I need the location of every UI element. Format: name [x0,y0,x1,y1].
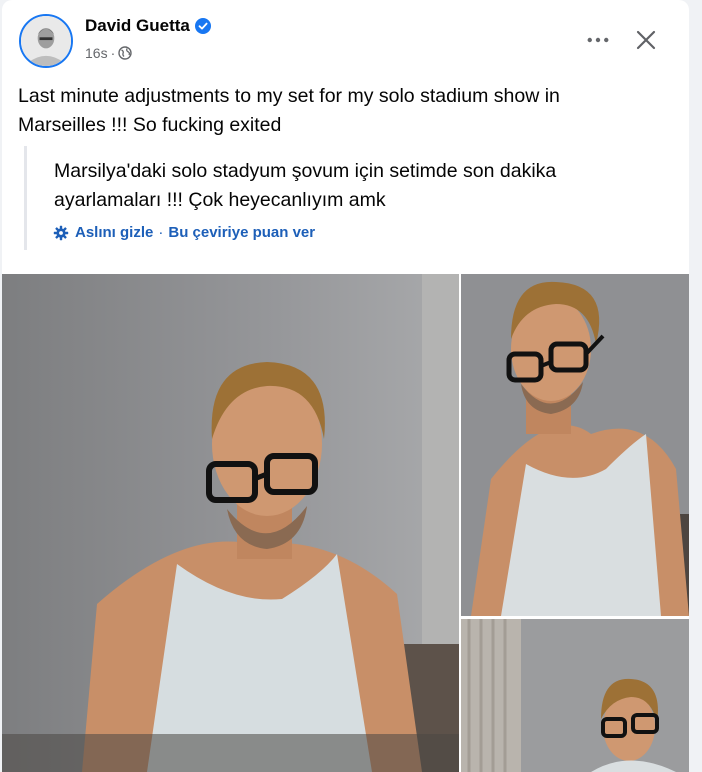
post-timestamp[interactable]: 16s [85,45,108,61]
translation-line: Marsilya'daki solo stadyum şovum için se… [54,160,557,182]
post-card: David Guetta 16s · Last minute adjustmen… [2,0,689,772]
hide-original-link[interactable]: Aslını gizle [75,224,153,241]
verified-badge-icon [194,18,211,34]
author-name[interactable]: David Guetta [85,16,190,36]
translation-block: Marsilya'daki solo stadyum şovum için se… [24,146,667,250]
post-meta: 16s · [85,45,132,61]
rate-translation-link[interactable]: Bu çeviriye puan ver [168,224,315,241]
translation-links: Aslını gizle · Bu çeviriye puan ver [53,224,315,241]
gear-icon [53,225,69,241]
translation-line: ayarlamaları !!! Çok heyecanlıyım amk [54,189,386,211]
post-text: Last minute adjustments to my set for my… [18,82,658,140]
photo-grid [2,274,689,772]
close-button[interactable] [628,22,664,58]
link-separator: · [158,224,164,241]
post-photo-secondary[interactable] [461,274,689,616]
post-header: David Guetta 16s · [2,0,689,78]
avatar[interactable] [19,14,73,68]
translation-text: Marsilya'daki solo stadyum şovum için se… [54,157,644,215]
close-icon [636,30,656,50]
author-row: David Guetta [85,16,211,36]
more-options-button[interactable] [580,22,616,58]
post-text-line: Marseilles !!! So fucking exited [18,114,282,136]
post-text-line: Last minute adjustments to my set for my… [18,85,560,107]
post-photo-third[interactable] [461,619,689,772]
globe-icon[interactable] [118,46,132,60]
more-options-icon [587,37,609,43]
meta-separator: · [110,45,116,61]
post-photo-main[interactable] [2,274,459,772]
